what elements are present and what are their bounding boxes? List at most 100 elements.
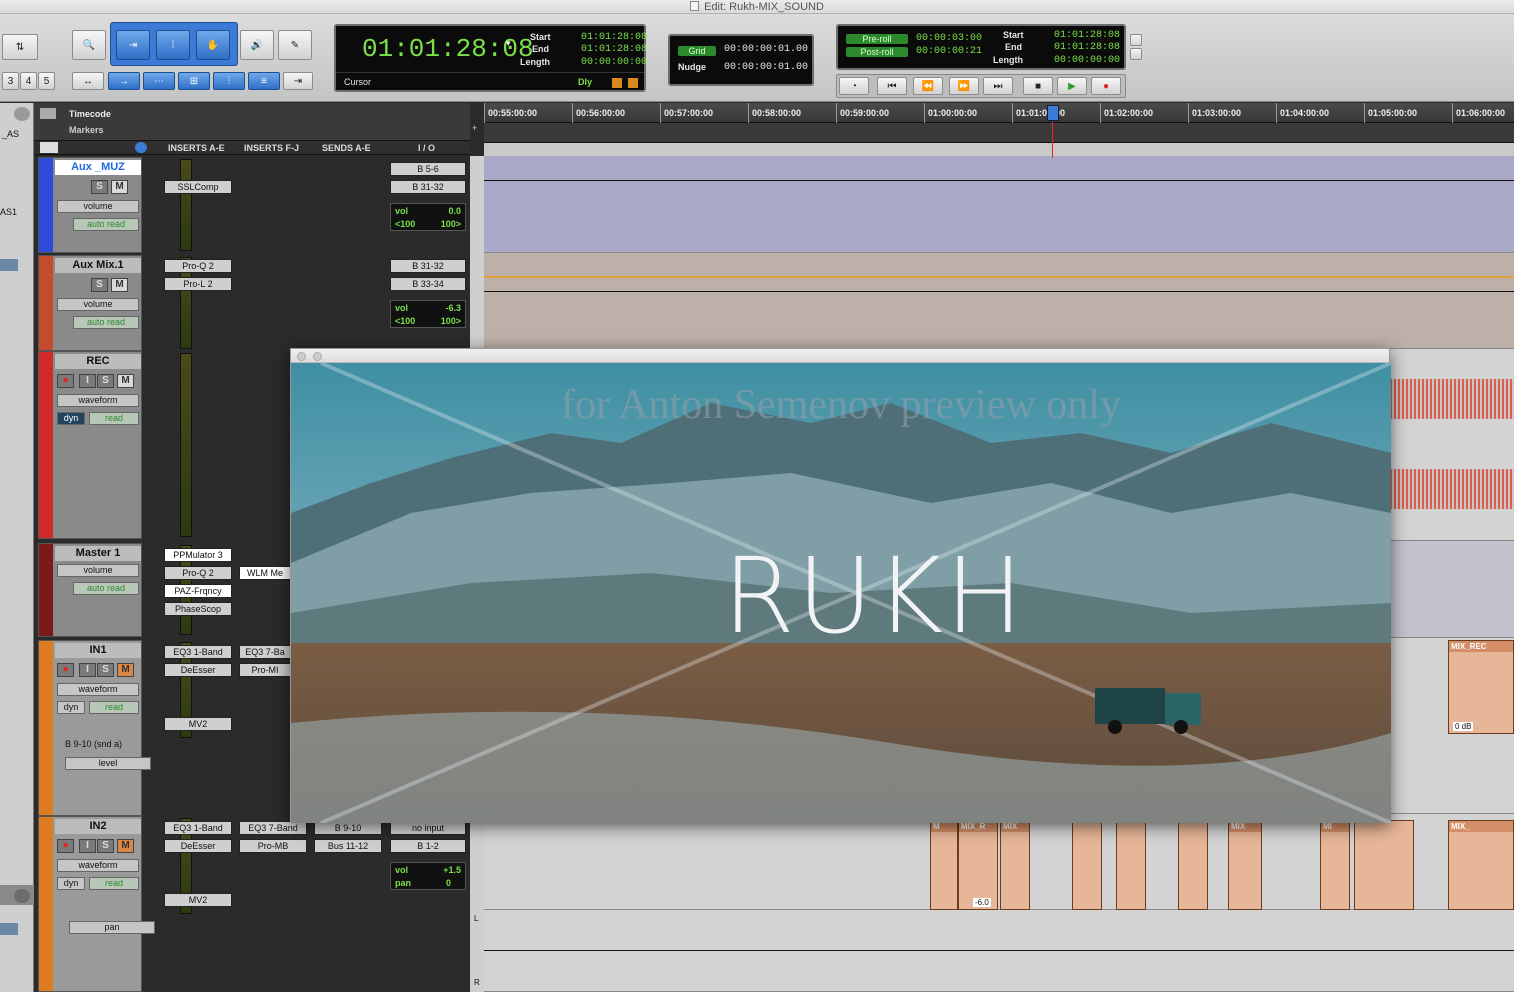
- track-name[interactable]: IN1: [55, 643, 141, 658]
- pan-right-value[interactable]: 100>: [441, 219, 461, 229]
- lane-aux-muz[interactable]: [484, 156, 1514, 253]
- io-input[interactable]: B 5-6: [390, 162, 466, 176]
- automation-mode-selector[interactable]: auto read: [73, 218, 139, 231]
- audio-clip[interactable]: M: [930, 820, 958, 910]
- expand-toggle-icon[interactable]: [1130, 34, 1142, 46]
- pan-right-value[interactable]: 100>: [441, 316, 461, 326]
- mute-button[interactable]: M: [117, 374, 134, 388]
- record-enable-button[interactable]: ●: [57, 663, 74, 677]
- selection-start[interactable]: 01:01:28:08: [581, 32, 647, 43]
- insert-slot[interactable]: EQ3 1-Band: [164, 821, 232, 835]
- expand-toggle-icon-2[interactable]: [1130, 48, 1142, 60]
- pan-value[interactable]: 0: [446, 878, 451, 888]
- playhead-marker-icon[interactable]: [1047, 105, 1059, 121]
- insert-slot[interactable]: Pro-Q 2: [164, 566, 232, 580]
- audio-clip[interactable]: [1354, 820, 1414, 910]
- track-header-in2[interactable]: IN2 ● I S M waveform dyn read pan: [38, 816, 155, 992]
- automation-mode-selector[interactable]: read: [89, 412, 139, 425]
- lane-in2[interactable]: M MIX_R -6.0 MIX MIX MI MIX_: [484, 814, 1514, 910]
- io-input[interactable]: B 31-32: [390, 259, 466, 273]
- mute-button[interactable]: M: [111, 180, 128, 194]
- volume-pan-readout[interactable]: vol -6.3 <100 100>: [390, 300, 466, 328]
- insert-slot[interactable]: DeEsser: [164, 663, 232, 677]
- track-header-rec[interactable]: REC ● I S M waveform dyn read: [38, 351, 142, 539]
- insert-slot[interactable]: Pro-MB: [239, 839, 307, 853]
- fast-forward-icon[interactable]: ⏩: [949, 77, 979, 95]
- stop-icon[interactable]: ■: [1023, 77, 1053, 95]
- grid-button[interactable]: Grid: [678, 46, 716, 56]
- track-name[interactable]: Aux _MUZ: [55, 160, 141, 175]
- selection-end[interactable]: 01:01:28:08: [581, 44, 647, 55]
- grabber-tool-icon[interactable]: ✋: [196, 30, 230, 60]
- zoom-toggle-button[interactable]: ⇅: [2, 34, 38, 60]
- insert-slot[interactable]: MV2: [164, 893, 232, 907]
- zoom-preset-5[interactable]: 5: [38, 72, 55, 90]
- clip-gain[interactable]: -6.0: [973, 898, 991, 907]
- add-marker-icon[interactable]: +: [472, 123, 477, 133]
- io-input[interactable]: no input: [390, 821, 466, 835]
- video-titlebar[interactable]: [291, 349, 1389, 363]
- track-view-selector[interactable]: volume: [57, 200, 139, 213]
- insert-slot[interactable]: EQ3 7-Ba: [239, 645, 291, 659]
- audio-clip[interactable]: [1072, 820, 1102, 910]
- insert-slot[interactable]: SSLComp: [164, 180, 232, 194]
- scrubber-tool-icon[interactable]: 🔊: [240, 30, 274, 60]
- timebase-icon[interactable]: [135, 142, 147, 153]
- dly-m-indicator[interactable]: [628, 78, 638, 88]
- automation-mode-selector[interactable]: auto read: [73, 582, 139, 595]
- return-to-zero-icon[interactable]: ⏮: [877, 77, 907, 95]
- insert-slot[interactable]: PPMulator 3: [164, 548, 232, 562]
- io-output[interactable]: B 31-32: [390, 180, 466, 194]
- markers-ruler[interactable]: [484, 123, 1514, 143]
- zoom-preset-3[interactable]: 3: [2, 72, 19, 90]
- insert-slot[interactable]: DeEsser: [164, 839, 232, 853]
- dly-s-indicator[interactable]: [612, 78, 622, 88]
- track-view-selector[interactable]: waveform: [57, 394, 139, 407]
- input-monitor-button[interactable]: I: [79, 663, 96, 677]
- automation-mode-selector[interactable]: auto read: [73, 316, 139, 329]
- lane-aux-mix[interactable]: [484, 253, 1514, 349]
- dyn-button[interactable]: dyn: [57, 412, 85, 425]
- track-view-selector[interactable]: waveform: [57, 859, 139, 872]
- vol-value[interactable]: 0.0: [448, 206, 461, 216]
- close-icon[interactable]: [297, 352, 306, 361]
- timecode-ruler[interactable]: 00:55:00:00 00:56:00:00 00:57:00:00 00:5…: [484, 103, 1514, 123]
- insert-slot[interactable]: PAZ-Frqncy: [164, 584, 232, 598]
- ruler-menu-icon[interactable]: [40, 108, 56, 119]
- tab-to-transient-icon[interactable]: ⫶: [213, 72, 245, 90]
- volume-pan-readout[interactable]: vol +1.5 pan 0: [390, 862, 466, 890]
- zoom-preset-4[interactable]: 4: [20, 72, 37, 90]
- track-name[interactable]: Aux Mix.1: [55, 258, 141, 273]
- solo-button[interactable]: S: [91, 278, 108, 292]
- automation-mode-selector[interactable]: read: [89, 701, 139, 714]
- grid-mode-icon[interactable]: ⊞: [178, 72, 210, 90]
- track-name[interactable]: Master 1: [55, 546, 141, 561]
- preroll-value[interactable]: 00:00:03:00: [916, 33, 982, 44]
- rewind-icon[interactable]: ⏪: [913, 77, 943, 95]
- trim-tool-icon[interactable]: ⇥: [116, 30, 150, 60]
- send-view-selector[interactable]: pan: [69, 921, 155, 934]
- online-icon[interactable]: ◔: [839, 77, 869, 95]
- shuffle-mode-icon[interactable]: ↔: [72, 72, 104, 90]
- io-output[interactable]: B 1-2: [390, 839, 466, 853]
- insert-slot[interactable]: WLM Me: [239, 566, 291, 580]
- track-view-selector[interactable]: volume: [57, 564, 139, 577]
- track-view-selector[interactable]: waveform: [57, 683, 139, 696]
- automation-mode-selector[interactable]: read: [89, 877, 139, 890]
- mute-button[interactable]: M: [111, 278, 128, 292]
- record-enable-button[interactable]: ●: [57, 839, 74, 853]
- track-header-master[interactable]: Master 1 volume auto read: [38, 543, 142, 637]
- selection2-end[interactable]: 01:01:28:08: [1054, 42, 1120, 53]
- audio-clip[interactable]: [1178, 820, 1208, 910]
- track-header-aux-muz[interactable]: Aux _MUZ S M volume auto read: [38, 157, 142, 253]
- audio-clip[interactable]: MIX: [1000, 820, 1030, 910]
- io-output[interactable]: B 33-34: [390, 277, 466, 291]
- track-header-in1[interactable]: IN1 ● I S M waveform dyn read B 9-10 (sn…: [38, 640, 151, 816]
- send-view-selector[interactable]: level: [65, 757, 151, 770]
- pencil-tool-icon[interactable]: ✎: [278, 30, 312, 60]
- selection2-length[interactable]: 00:00:00:00: [1054, 55, 1120, 66]
- groups-list-menu-icon[interactable]: [14, 889, 30, 903]
- link-selection-icon[interactable]: ≡: [248, 72, 280, 90]
- insert-slot[interactable]: Pro-MI: [239, 663, 291, 677]
- record-icon[interactable]: ●: [1091, 77, 1121, 95]
